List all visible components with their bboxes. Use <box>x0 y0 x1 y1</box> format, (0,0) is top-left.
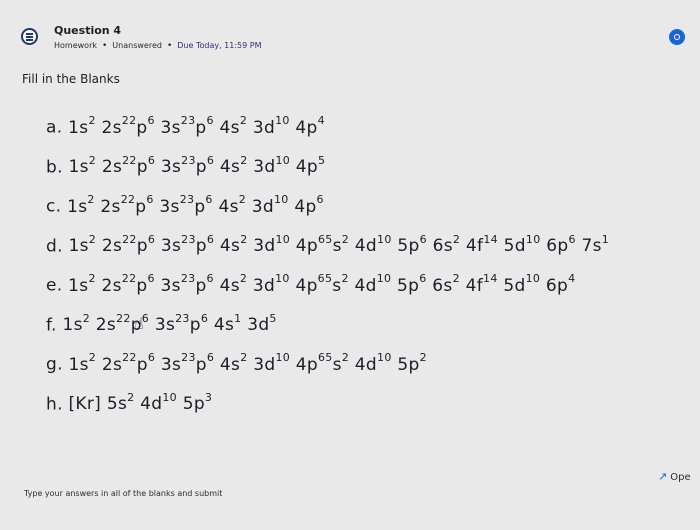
status-indicator-icon[interactable] <box>669 29 685 45</box>
answer-label: h. <box>46 394 69 415</box>
homework-list-icon <box>21 28 38 45</box>
answer-item: c. 1s2 2s22p6 3s23p6 4s2 3d10 4p6 <box>46 193 324 217</box>
due-date: Due Today, 11:59 PM <box>177 41 262 50</box>
answer-item: e. 1s2 2s22p6 3s23p6 4s2 3d10 4p65s2 4d1… <box>46 272 576 296</box>
question-meta: Homework • Unanswered • Due Today, 11:59 PM <box>54 41 262 51</box>
electron-configuration: 1s2 2s22p6 3s23p6 4s1 3d5 <box>62 311 277 336</box>
answer-label: d. <box>46 236 69 257</box>
electron-configuration: 1s2 2s22p6 3s23p6 4s2 3d10 4p65s2 4d10 5… <box>68 272 576 296</box>
separator-dot: • <box>166 41 173 51</box>
electron-configuration: [Kr] 5s2 4d10 5p3 <box>68 390 213 415</box>
answer-label: f. <box>46 315 63 336</box>
answer-item: g. 1s2 2s22p6 3s23p6 4s2 3d10 4p65s2 4d1… <box>46 351 427 375</box>
electron-configuration: 1s2 2s22p6 3s23p6 4s2 3d10 4p4 <box>68 114 325 138</box>
answer-item: b. 1s2 2s22p6 3s23p6 4s2 3d10 4p5 <box>46 153 326 178</box>
submit-instruction: Type your answers in all of the blanks a… <box>24 489 223 498</box>
separator-dot: • <box>101 41 108 51</box>
open-button[interactable]: ↗ Ope <box>658 470 691 483</box>
open-arrow-icon: ↗ <box>658 470 668 483</box>
answer-label: g. <box>46 354 69 375</box>
answer-item: f. 1s2 2s22p6 3s23p6 4s1 3d5 <box>46 311 277 336</box>
answer-item: a. 1s2 2s22p6 3s23p6 4s2 3d10 4p4 <box>46 114 325 138</box>
answer-label: b. <box>46 157 69 178</box>
question-header: Question 4 Homework • Unanswered • Due Today… <box>0 0 700 60</box>
instruction-text: Fill in the Blanks <box>22 72 120 86</box>
question-status: Unanswered <box>112 41 162 50</box>
electron-configuration: 1s2 2s22p6 3s23p6 4s2 3d10 4p65s2 4d10 5… <box>68 351 427 375</box>
open-label: Ope <box>670 472 691 483</box>
electron-configuration: 1s2 2s22p6 3s23p6 4s2 3d10 4p5 <box>68 153 326 178</box>
question-title: Question 4 <box>54 24 122 37</box>
answer-label: c. <box>46 196 68 217</box>
answer-label: e. <box>46 275 69 296</box>
answer-item: h. [Kr] 5s2 4d10 5p3 <box>46 390 213 415</box>
answer-label: a. <box>46 117 69 138</box>
electron-configuration: 1s2 2s22p6 3s23p6 4s2 3d10 4p65s2 4d10 5… <box>68 232 610 257</box>
answer-item: d. 1s2 2s22p6 3s23p6 4s2 3d10 4p65s2 4d1… <box>46 232 610 257</box>
electron-configuration: 1s2 2s22p6 3s23p6 4s2 3d10 4p6 <box>67 193 324 217</box>
hand-pointer-icon: ☝ <box>134 314 144 333</box>
question-category: Homework <box>54 41 97 50</box>
